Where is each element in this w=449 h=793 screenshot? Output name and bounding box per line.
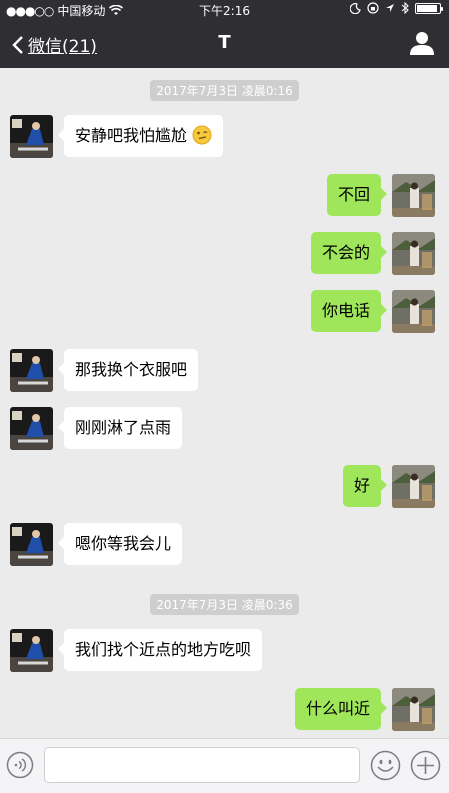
message-incoming: 嗯你等我会儿 [10, 523, 183, 566]
contact-avatar[interactable] [10, 349, 53, 392]
my-avatar[interactable] [392, 232, 435, 275]
message-text: 我们找个近点的地方吃呗 [75, 640, 252, 659]
timestamp-label: 2017年7月3日 凌晨0:16 [150, 80, 299, 101]
my-avatar[interactable] [392, 290, 435, 333]
chat-title: T [218, 32, 231, 53]
message-bubble[interactable]: 那我换个衣服吧 [57, 349, 199, 391]
message-outgoing: 不回 [326, 174, 435, 217]
my-avatar[interactable] [392, 174, 435, 217]
voice-icon[interactable] [6, 751, 34, 779]
message-text: 什么叫近 [305, 699, 370, 718]
message-text: 不回 [337, 185, 370, 204]
status-bar: ●●●○○ 中国移动 下午2:16 [0, 0, 449, 20]
message-outgoing: 不会的 [310, 232, 435, 275]
message-bubble[interactable]: 什么叫近 [294, 688, 388, 730]
message-bubble[interactable]: 我们找个近点的地方吃呗 [57, 629, 263, 671]
message-bubble[interactable]: 不会的 [310, 232, 388, 274]
message-bubble[interactable]: 嗯你等我会儿 [57, 523, 183, 565]
contact-avatar[interactable] [10, 523, 53, 566]
timestamp: 2017年7月3日 凌晨0:36 [0, 594, 449, 615]
message-outgoing: 什么叫近 [294, 688, 435, 731]
message-incoming: 刚刚淋了点雨 [10, 407, 183, 450]
emoji-icon[interactable] [370, 750, 401, 781]
message-outgoing: 好 [342, 465, 435, 508]
my-avatar[interactable] [392, 688, 435, 731]
rotation-lock-icon [367, 2, 379, 14]
input-bar [0, 738, 449, 793]
contact-avatar[interactable] [10, 407, 53, 450]
location-icon [386, 4, 394, 12]
message-text: 不会的 [321, 243, 370, 262]
message-bubble[interactable]: 刚刚淋了点雨 [57, 407, 183, 449]
message-outgoing: 你电话 [310, 290, 435, 333]
contact-avatar[interactable] [10, 629, 53, 672]
profile-icon[interactable] [409, 30, 435, 56]
bluetooth-icon [401, 2, 409, 14]
message-text: 嗯你等我会儿 [75, 534, 172, 553]
message-bubble[interactable]: 不回 [326, 174, 388, 216]
message-text: 安静吧我怕尴尬 [75, 126, 188, 145]
timestamp-label: 2017年7月3日 凌晨0:36 [150, 594, 299, 615]
my-avatar[interactable] [392, 465, 435, 508]
moon-icon [350, 2, 361, 14]
message-text: 好 [353, 476, 370, 495]
nav-bar: 微信(21) T [0, 20, 449, 68]
message-incoming: 那我换个衣服吧 [10, 349, 199, 392]
message-text: 你电话 [321, 301, 370, 320]
plus-icon[interactable] [410, 750, 441, 781]
contact-avatar[interactable] [10, 115, 53, 158]
smirk-emoji-icon [192, 125, 212, 145]
message-bubble[interactable]: 好 [342, 465, 388, 507]
message-text: 刚刚淋了点雨 [75, 418, 172, 437]
message-incoming: 我们找个近点的地方吃呗 [10, 629, 263, 672]
timestamp: 2017年7月3日 凌晨0:16 [0, 80, 449, 101]
message-text: 那我换个衣服吧 [75, 360, 188, 379]
message-input[interactable] [44, 747, 360, 783]
message-bubble[interactable]: 安静吧我怕尴尬 [57, 115, 224, 157]
message-bubble[interactable]: 你电话 [310, 290, 388, 332]
message-incoming: 安静吧我怕尴尬 [10, 115, 224, 158]
battery-icon [415, 2, 443, 14]
